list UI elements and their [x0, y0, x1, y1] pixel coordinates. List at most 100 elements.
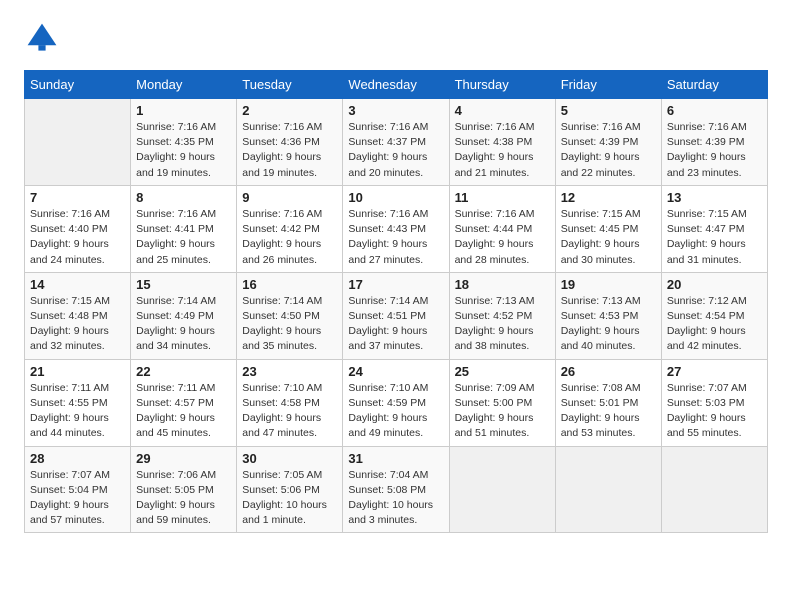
day-detail: Sunrise: 7:16 AMSunset: 4:38 PMDaylight:… — [455, 120, 550, 181]
day-detail: Sunrise: 7:15 AMSunset: 4:47 PMDaylight:… — [667, 207, 762, 268]
day-number: 21 — [30, 364, 125, 379]
day-cell: 7 Sunrise: 7:16 AMSunset: 4:40 PMDaylight… — [25, 185, 131, 272]
logo — [24, 20, 64, 56]
day-number: 30 — [242, 451, 337, 466]
day-number: 14 — [30, 277, 125, 292]
day-cell: 3 Sunrise: 7:16 AMSunset: 4:37 PMDaylight… — [343, 99, 449, 186]
day-number: 18 — [455, 277, 550, 292]
day-detail: Sunrise: 7:16 AMSunset: 4:43 PMDaylight:… — [348, 207, 443, 268]
day-number: 9 — [242, 190, 337, 205]
day-number: 25 — [455, 364, 550, 379]
day-detail: Sunrise: 7:13 AMSunset: 4:52 PMDaylight:… — [455, 294, 550, 355]
week-row-5: 28Sunrise: 7:07 AMSunset: 5:04 PMDayligh… — [25, 446, 768, 533]
day-cell: 23Sunrise: 7:10 AMSunset: 4:58 PMDayligh… — [237, 359, 343, 446]
day-header-sunday: Sunday — [25, 71, 131, 99]
calendar-header-row: SundayMondayTuesdayWednesdayThursdayFrid… — [25, 71, 768, 99]
day-number: 15 — [136, 277, 231, 292]
day-number: 24 — [348, 364, 443, 379]
day-detail: Sunrise: 7:07 AMSunset: 5:04 PMDaylight:… — [30, 468, 125, 529]
day-cell: 12 Sunrise: 7:15 AMSunset: 4:45 PMDayligh… — [555, 185, 661, 272]
day-cell: 8 Sunrise: 7:16 AMSunset: 4:41 PMDaylight… — [131, 185, 237, 272]
day-number: 10 — [348, 190, 443, 205]
week-row-3: 14 Sunrise: 7:15 AMSunset: 4:48 PMDayligh… — [25, 272, 768, 359]
day-detail: Sunrise: 7:15 AMSunset: 4:48 PMDaylight:… — [30, 294, 125, 355]
day-cell: 15Sunrise: 7:14 AMSunset: 4:49 PMDayligh… — [131, 272, 237, 359]
day-detail: Sunrise: 7:14 AMSunset: 4:51 PMDaylight:… — [348, 294, 443, 355]
day-detail: Sunrise: 7:16 AMSunset: 4:41 PMDaylight:… — [136, 207, 231, 268]
day-cell: 31Sunrise: 7:04 AMSunset: 5:08 PMDayligh… — [343, 446, 449, 533]
day-cell: 25 Sunrise: 7:09 AMSunset: 5:00 PMDayligh… — [449, 359, 555, 446]
day-detail: Sunrise: 7:15 AMSunset: 4:45 PMDaylight:… — [561, 207, 656, 268]
day-detail: Sunrise: 7:09 AMSunset: 5:00 PMDaylight:… — [455, 381, 550, 442]
day-cell: 18 Sunrise: 7:13 AMSunset: 4:52 PMDayligh… — [449, 272, 555, 359]
day-detail: Sunrise: 7:16 AMSunset: 4:35 PMDaylight:… — [136, 120, 231, 181]
day-number: 3 — [348, 103, 443, 118]
day-cell: 14 Sunrise: 7:15 AMSunset: 4:48 PMDayligh… — [25, 272, 131, 359]
day-number: 23 — [242, 364, 337, 379]
day-detail: Sunrise: 7:13 AMSunset: 4:53 PMDaylight:… — [561, 294, 656, 355]
day-cell: 26Sunrise: 7:08 AMSunset: 5:01 PMDayligh… — [555, 359, 661, 446]
day-cell — [555, 446, 661, 533]
week-row-4: 21 Sunrise: 7:11 AMSunset: 4:55 PMDayligh… — [25, 359, 768, 446]
day-number: 5 — [561, 103, 656, 118]
day-header-friday: Friday — [555, 71, 661, 99]
day-detail: Sunrise: 7:14 AMSunset: 4:50 PMDaylight:… — [242, 294, 337, 355]
day-detail: Sunrise: 7:16 AMSunset: 4:39 PMDaylight:… — [667, 120, 762, 181]
day-number: 8 — [136, 190, 231, 205]
day-number: 22 — [136, 364, 231, 379]
day-number: 2 — [242, 103, 337, 118]
day-detail: Sunrise: 7:16 AMSunset: 4:37 PMDaylight:… — [348, 120, 443, 181]
day-header-saturday: Saturday — [661, 71, 767, 99]
day-number: 1 — [136, 103, 231, 118]
day-cell: 13Sunrise: 7:15 AMSunset: 4:47 PMDayligh… — [661, 185, 767, 272]
day-number: 17 — [348, 277, 443, 292]
day-number: 7 — [30, 190, 125, 205]
day-number: 6 — [667, 103, 762, 118]
day-detail: Sunrise: 7:11 AMSunset: 4:55 PMDaylight:… — [30, 381, 125, 442]
day-cell: 28Sunrise: 7:07 AMSunset: 5:04 PMDayligh… — [25, 446, 131, 533]
day-cell: 22 Sunrise: 7:11 AMSunset: 4:57 PMDayligh… — [131, 359, 237, 446]
day-cell: 20 Sunrise: 7:12 AMSunset: 4:54 PMDayligh… — [661, 272, 767, 359]
day-detail: Sunrise: 7:08 AMSunset: 5:01 PMDaylight:… — [561, 381, 656, 442]
header — [24, 20, 768, 56]
day-cell: 5 Sunrise: 7:16 AMSunset: 4:39 PMDaylight… — [555, 99, 661, 186]
day-detail: Sunrise: 7:16 AMSunset: 4:44 PMDaylight:… — [455, 207, 550, 268]
day-number: 12 — [561, 190, 656, 205]
day-cell — [25, 99, 131, 186]
day-number: 16 — [242, 277, 337, 292]
day-detail: Sunrise: 7:12 AMSunset: 4:54 PMDaylight:… — [667, 294, 762, 355]
day-header-thursday: Thursday — [449, 71, 555, 99]
logo-icon — [24, 20, 60, 56]
day-cell: 2Sunrise: 7:16 AMSunset: 4:36 PMDaylight… — [237, 99, 343, 186]
day-number: 19 — [561, 277, 656, 292]
day-cell — [449, 446, 555, 533]
page: SundayMondayTuesdayWednesdayThursdayFrid… — [0, 0, 792, 549]
day-cell: 10 Sunrise: 7:16 AMSunset: 4:43 PMDayligh… — [343, 185, 449, 272]
day-detail: Sunrise: 7:16 AMSunset: 4:39 PMDaylight:… — [561, 120, 656, 181]
day-cell: 27Sunrise: 7:07 AMSunset: 5:03 PMDayligh… — [661, 359, 767, 446]
day-cell: 21 Sunrise: 7:11 AMSunset: 4:55 PMDayligh… — [25, 359, 131, 446]
day-cell: 9 Sunrise: 7:16 AMSunset: 4:42 PMDaylight… — [237, 185, 343, 272]
day-number: 29 — [136, 451, 231, 466]
day-cell: 6 Sunrise: 7:16 AMSunset: 4:39 PMDaylight… — [661, 99, 767, 186]
day-detail: Sunrise: 7:16 AMSunset: 4:40 PMDaylight:… — [30, 207, 125, 268]
day-detail: Sunrise: 7:04 AMSunset: 5:08 PMDaylight:… — [348, 468, 443, 529]
day-cell — [661, 446, 767, 533]
day-number: 20 — [667, 277, 762, 292]
day-detail: Sunrise: 7:16 AMSunset: 4:42 PMDaylight:… — [242, 207, 337, 268]
day-number: 11 — [455, 190, 550, 205]
day-cell: 11 Sunrise: 7:16 AMSunset: 4:44 PMDayligh… — [449, 185, 555, 272]
day-header-monday: Monday — [131, 71, 237, 99]
day-header-tuesday: Tuesday — [237, 71, 343, 99]
day-cell: 4 Sunrise: 7:16 AMSunset: 4:38 PMDaylight… — [449, 99, 555, 186]
day-cell: 19 Sunrise: 7:13 AMSunset: 4:53 PMDayligh… — [555, 272, 661, 359]
week-row-2: 7 Sunrise: 7:16 AMSunset: 4:40 PMDaylight… — [25, 185, 768, 272]
day-detail: Sunrise: 7:07 AMSunset: 5:03 PMDaylight:… — [667, 381, 762, 442]
day-detail: Sunrise: 7:10 AMSunset: 4:59 PMDaylight:… — [348, 381, 443, 442]
day-detail: Sunrise: 7:11 AMSunset: 4:57 PMDaylight:… — [136, 381, 231, 442]
day-cell: 30Sunrise: 7:05 AMSunset: 5:06 PMDayligh… — [237, 446, 343, 533]
day-number: 4 — [455, 103, 550, 118]
day-header-wednesday: Wednesday — [343, 71, 449, 99]
week-row-1: 1 Sunrise: 7:16 AMSunset: 4:35 PMDaylight… — [25, 99, 768, 186]
calendar: SundayMondayTuesdayWednesdayThursdayFrid… — [24, 70, 768, 533]
